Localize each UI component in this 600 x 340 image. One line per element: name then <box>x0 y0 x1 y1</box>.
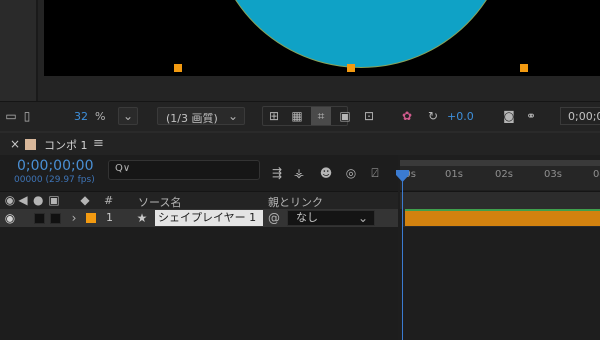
resolution-dropdown[interactable]: (1/3 画質) ⌄ <box>157 107 245 125</box>
playhead-handle-icon[interactable] <box>396 170 409 182</box>
timeline-panel-header: × コンポ 1 ≡ <box>0 131 600 157</box>
snapshot-camera-icon[interactable]: ◙ <box>500 107 518 125</box>
layer-duration-bar[interactable] <box>405 210 600 226</box>
column-source-name[interactable]: ソース名 <box>138 194 181 210</box>
transparency-grid-icon[interactable]: ▦ <box>288 107 306 125</box>
layer-bar-top-edge <box>405 209 600 211</box>
display-icon[interactable]: ▯ <box>22 107 32 125</box>
parent-value: なし <box>296 211 318 224</box>
ruler-tick-02s: 02s <box>495 169 513 180</box>
motion-blur-icon[interactable]: ◎ <box>343 164 359 182</box>
parent-dropdown[interactable]: なし ⌄ <box>287 210 375 226</box>
viewer-toolbar: ▭ ▯ 32 % ⌄ (1/3 画質) ⌄ ⊞ ▦ ⌗ ▣ ⊡ ✿ ↻ +0.0… <box>0 101 600 131</box>
layer-lock-switch[interactable] <box>50 213 61 224</box>
current-time-field[interactable]: 0;00;00 <box>560 107 600 125</box>
frame-rate-info: 00000 (29.97 fps) <box>14 175 95 185</box>
ruler-tick-01s: 01s <box>445 169 463 180</box>
transform-handle-left[interactable] <box>174 64 182 72</box>
chevron-down-icon: ⌄ <box>122 109 134 123</box>
chevron-down-icon: ⌄ <box>357 211 369 225</box>
chevron-down-icon: ⌄ <box>227 109 239 123</box>
layer-name[interactable]: シェイプレイヤー 1 <box>155 210 263 226</box>
close-tab-button[interactable]: × <box>10 137 20 151</box>
grid-guides-icon[interactable]: ⊡ <box>360 107 378 125</box>
ruler-tick-04s: 04s <box>593 169 600 180</box>
layer-search-input[interactable]: Q∨ <box>108 160 260 180</box>
show-snapshot-icon[interactable]: ⚭ <box>522 107 540 125</box>
panel-divider <box>36 0 38 101</box>
audio-icon[interactable]: ◀ <box>17 191 29 209</box>
reset-exposure-icon[interactable]: ↻ <box>424 107 442 125</box>
layer-label-color[interactable] <box>86 213 96 223</box>
shape-star-icon: ★ <box>136 211 148 225</box>
color-channel-icon[interactable]: ✿ <box>398 107 416 125</box>
exposure-value[interactable]: +0.0 <box>447 110 474 123</box>
zoom-unit: % <box>95 110 106 123</box>
fast-preview-icon[interactable]: ⊞ <box>265 107 283 125</box>
draft-3d-icon[interactable]: ⚶ <box>291 164 307 182</box>
label-tag-icon[interactable]: ◆ <box>78 191 92 209</box>
ellipse-shape[interactable] <box>211 0 511 68</box>
time-ruler[interactable]: 00s 01s 02s 03s 04s <box>398 160 600 190</box>
region-of-interest-icon[interactable]: ▣ <box>336 107 354 125</box>
transform-handle-center[interactable] <box>347 64 355 72</box>
resolution-label: (1/3 画質) <box>166 112 218 125</box>
video-eye-icon[interactable]: ◉ <box>3 191 17 209</box>
playhead-line[interactable] <box>402 170 403 340</box>
transform-handle-right[interactable] <box>520 64 528 72</box>
solo-icon[interactable]: ● <box>33 191 43 209</box>
viewer-left-panel <box>0 0 38 101</box>
layer-index: 1 <box>106 211 113 224</box>
chevron-right-icon[interactable]: › <box>68 209 80 227</box>
comp-mini-flowchart-icon[interactable]: ⇶ <box>269 164 285 182</box>
work-area-bar[interactable] <box>400 160 600 166</box>
composition-icon <box>25 139 36 150</box>
pick-whip-icon[interactable]: @ <box>267 209 281 227</box>
mask-icon: ⌗ <box>317 109 325 123</box>
composition-viewer[interactable] <box>0 0 600 101</box>
current-time-text: 0;00;00 <box>568 110 600 123</box>
column-parent-link[interactable]: 親とリンク <box>268 194 323 210</box>
lock-icon[interactable]: ▣ <box>48 191 60 209</box>
ruler-lower-band <box>400 191 600 209</box>
layer-solo-switch[interactable] <box>34 213 45 224</box>
region-icon[interactable]: ▭ <box>2 107 20 125</box>
zoom-dropdown-button[interactable]: ⌄ <box>118 107 138 125</box>
timeline-timecode[interactable]: 0;00;00;00 <box>17 158 94 174</box>
layer-column-headers: ◉ ◀ ● ▣ ◆ # ソース名 親とリンク <box>0 191 398 210</box>
shy-layers-icon[interactable]: ☻ <box>318 164 334 182</box>
mask-path-toggle[interactable]: ⌗ <box>311 107 331 125</box>
layer-visibility-eye-icon[interactable]: ◉ <box>3 209 17 227</box>
panel-menu-icon[interactable]: ≡ <box>93 136 104 151</box>
composition-canvas[interactable] <box>44 0 600 76</box>
column-hash: # <box>104 194 114 207</box>
tab-composition[interactable]: コンポ 1 <box>44 137 88 153</box>
zoom-value[interactable]: 32 <box>74 110 88 123</box>
search-icon: Q∨ <box>115 163 131 174</box>
graph-editor-icon[interactable]: ⍁ <box>367 164 383 182</box>
ruler-tick-03s: 03s <box>544 169 562 180</box>
